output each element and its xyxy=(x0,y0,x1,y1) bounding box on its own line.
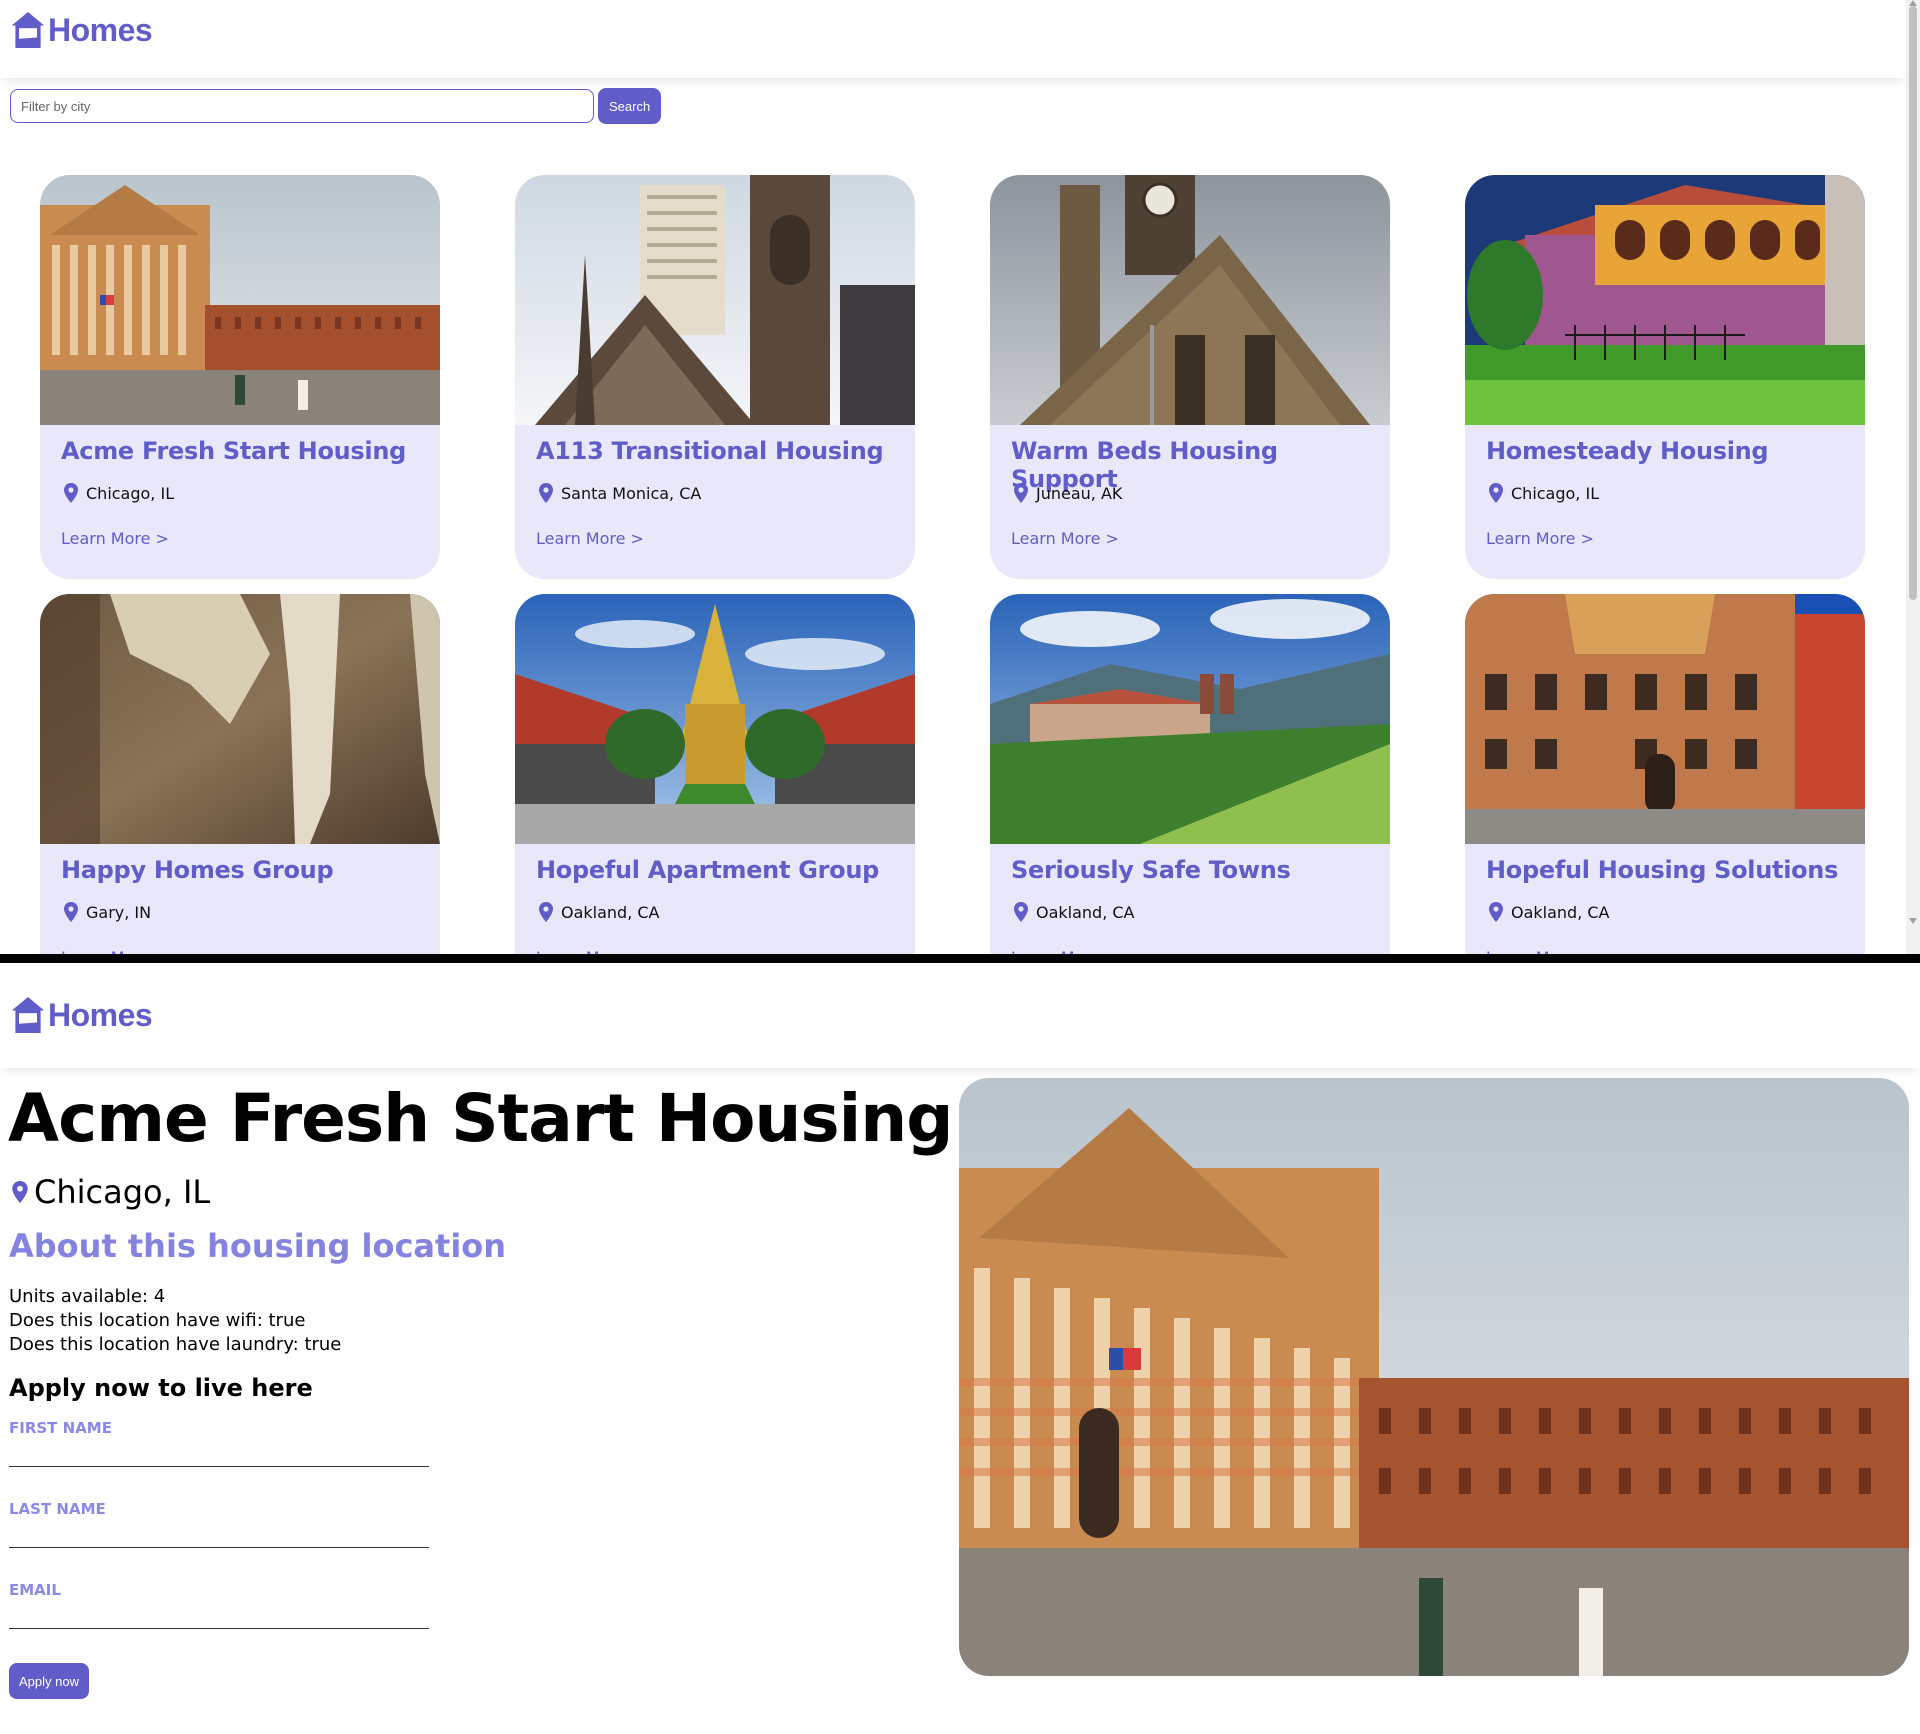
card-title: Happy Homes Group xyxy=(61,856,334,884)
scrollbar-thumb[interactable] xyxy=(1909,6,1917,600)
location-pin-icon xyxy=(1014,483,1028,503)
last-name-input[interactable] xyxy=(9,1518,429,1548)
first-name-input[interactable] xyxy=(9,1437,429,1467)
page-scrollbar[interactable] xyxy=(1906,0,1920,954)
learn-more-link[interactable]: Learn More > xyxy=(61,529,169,548)
card-title: Acme Fresh Start Housing xyxy=(61,437,406,465)
apply-now-button[interactable]: Apply now xyxy=(9,1663,89,1699)
email-input[interactable] xyxy=(9,1599,429,1629)
location-pin-icon xyxy=(64,902,78,922)
housing-card: Warm Beds Housing Support Juneau, AK Lea… xyxy=(990,175,1390,579)
card-location: Chicago, IL xyxy=(64,483,174,503)
about-heading: About this housing location xyxy=(9,1227,507,1265)
laundry-availability: Does this location have laundry: true xyxy=(9,1334,342,1355)
housing-card: A113 Transitional Housing Santa Monica, … xyxy=(515,175,915,579)
card-title: A113 Transitional Housing xyxy=(536,437,884,465)
card-title: Hopeful Housing Solutions xyxy=(1486,856,1839,884)
card-location-text: Oakland, CA xyxy=(1511,902,1610,922)
card-location-text: Santa Monica, CA xyxy=(561,483,702,503)
town-hall-photo xyxy=(1465,594,1865,844)
housing-card: Hopeful Apartment Group Oakland, CA Lear… xyxy=(515,594,915,954)
search-form: Search xyxy=(10,88,662,124)
housing-card: Homesteady Housing Chicago, IL Learn Mor… xyxy=(1465,175,1865,579)
card-location: Chicago, IL xyxy=(1489,483,1599,503)
card-location-text: Chicago, IL xyxy=(1511,483,1600,503)
housing-card: Hopeful Housing Solutions Oakland, CA Le… xyxy=(1465,594,1865,954)
location-pin-icon xyxy=(539,483,553,503)
housing-card: Acme Fresh Start Housing Chicago, IL Lea… xyxy=(40,175,440,579)
wifi-availability: Does this location have wifi: true xyxy=(9,1310,306,1331)
housing-card: Seriously Safe Towns Oakland, CA Learn M… xyxy=(990,594,1390,954)
valley-town-photo xyxy=(990,594,1390,844)
listing-page: Homes Search xyxy=(0,0,1920,954)
card-location-text: Gary, IN xyxy=(86,902,152,922)
first-name-label: FIRST NAME xyxy=(9,1419,112,1437)
card-location-text: Chicago, IL xyxy=(86,483,175,503)
location-pin-icon xyxy=(1014,902,1028,922)
screen-divider xyxy=(0,954,1920,963)
site-header: Homes xyxy=(0,963,1920,1068)
learn-more-link[interactable]: Learn More > xyxy=(1486,529,1594,548)
card-location-text: Oakland, CA xyxy=(1036,902,1135,922)
card-title: Homesteady Housing xyxy=(1486,437,1769,465)
house-icon xyxy=(10,8,46,52)
listing-location-text: Chicago, IL xyxy=(34,1173,211,1211)
location-pin-icon xyxy=(1489,483,1503,503)
listing-location: Chicago, IL xyxy=(12,1173,210,1211)
card-location: Oakland, CA xyxy=(1489,902,1610,922)
card-location: Gary, IN xyxy=(64,902,151,922)
card-location-text: Oakland, CA xyxy=(561,902,660,922)
detail-page: Homes Acme Fresh Start Housing Chicago, … xyxy=(0,963,1920,1734)
location-pin-icon xyxy=(539,902,553,922)
card-location: Santa Monica, CA xyxy=(539,483,701,503)
location-pin-icon xyxy=(1489,902,1503,922)
church-tower-photo xyxy=(515,175,915,425)
card-title: Hopeful Apartment Group xyxy=(536,856,879,884)
peeling-wall-photo xyxy=(40,594,440,844)
brand-name: Homes xyxy=(48,11,153,48)
last-name-label: LAST NAME xyxy=(9,1500,106,1518)
brand-name: Homes xyxy=(48,996,153,1033)
stone-church-photo xyxy=(990,175,1390,425)
plaza-building-photo xyxy=(959,1078,1909,1676)
location-pin-icon xyxy=(64,483,78,503)
units-available: Units available: 4 xyxy=(9,1286,166,1307)
temple-photo xyxy=(515,594,915,844)
card-location: Oakland, CA xyxy=(539,902,660,922)
city-filter-input[interactable] xyxy=(10,89,594,123)
card-location: Juneau, AK xyxy=(1014,483,1122,503)
card-title: Seriously Safe Towns xyxy=(1011,856,1291,884)
card-location-text: Juneau, AK xyxy=(1036,483,1123,503)
plaza-building-photo xyxy=(40,175,440,425)
listing-features: Units available: 4 Does this location ha… xyxy=(9,1285,341,1357)
apply-heading: Apply now to live here xyxy=(9,1374,313,1402)
search-button[interactable]: Search xyxy=(598,88,662,124)
housing-card: Happy Homes Group Gary, IN Learn More > xyxy=(40,594,440,954)
home-logo-link[interactable]: Homes xyxy=(10,8,153,52)
house-icon xyxy=(10,993,46,1037)
villa-garden-photo xyxy=(1465,175,1865,425)
learn-more-link[interactable]: Learn More > xyxy=(1011,529,1119,548)
home-logo-link[interactable]: Homes xyxy=(10,993,153,1037)
listing-heading: Acme Fresh Start Housing xyxy=(8,1080,954,1157)
email-label: EMAIL xyxy=(9,1581,61,1599)
card-location: Oakland, CA xyxy=(1014,902,1135,922)
scroll-down-arrow-icon[interactable] xyxy=(1909,918,1917,924)
location-pin-icon xyxy=(12,1181,28,1203)
learn-more-link[interactable]: Learn More > xyxy=(536,529,644,548)
site-header: Homes xyxy=(0,0,1906,78)
